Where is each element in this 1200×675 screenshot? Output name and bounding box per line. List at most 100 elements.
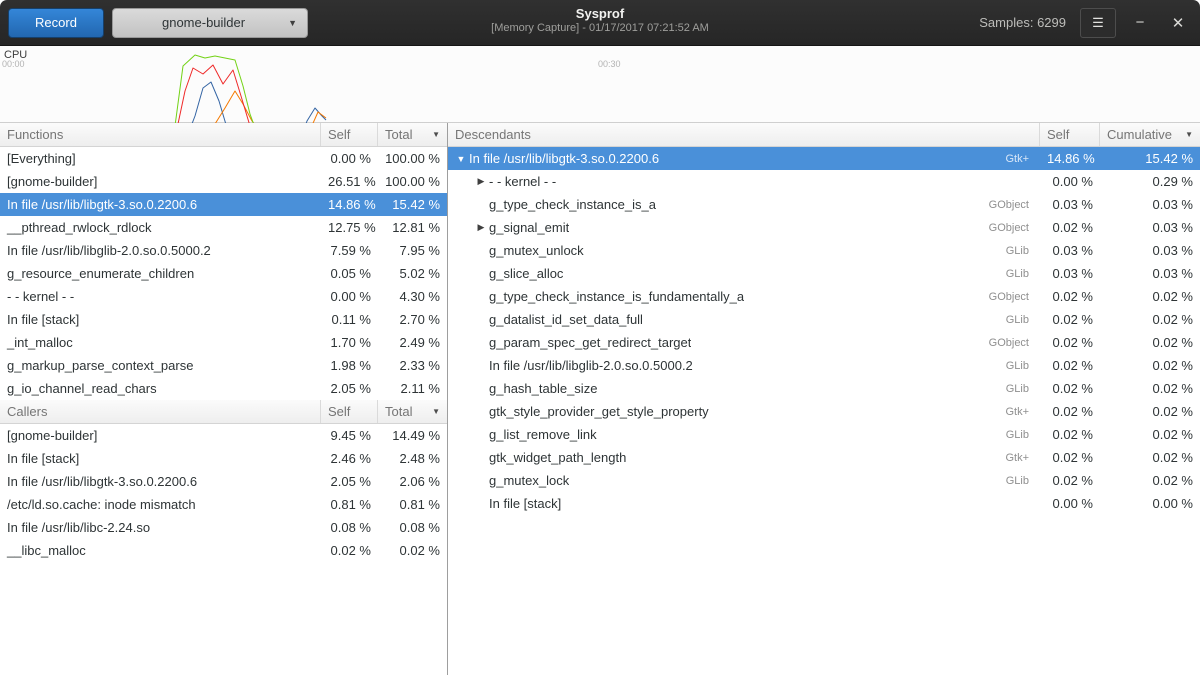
tree-row[interactable]: g_type_check_instance_is_aGObject0.03 %0… <box>448 193 1200 216</box>
table-row[interactable]: In file /usr/lib/libgtk-3.so.0.2200.614.… <box>0 193 447 216</box>
table-row[interactable]: __pthread_rwlock_rdlock12.75 %12.81 % <box>0 216 447 239</box>
library-tag: GLib <box>1006 383 1033 395</box>
function-name: g_mutex_unlock <box>489 243 584 258</box>
self-percent: 12.75 % <box>321 220 378 235</box>
total-percent: 0.81 % <box>378 497 447 512</box>
column-header-total[interactable]: Total ▼ <box>378 400 447 423</box>
tree-row[interactable]: gtk_style_provider_get_style_propertyGtk… <box>448 400 1200 423</box>
total-percent: 0.02 % <box>378 543 447 558</box>
tree-name-cell: g_type_check_instance_is_aGObject <box>448 197 1040 212</box>
column-label: Self <box>328 127 350 142</box>
table-row[interactable]: __libc_malloc0.02 %0.02 % <box>0 539 447 562</box>
column-header-functions[interactable]: Functions <box>0 123 321 146</box>
table-row[interactable]: In file /usr/lib/libc-2.24.so0.08 %0.08 … <box>0 516 447 539</box>
self-percent: 0.02 % <box>1040 289 1100 304</box>
function-name: [gnome-builder] <box>0 428 321 443</box>
tree-row[interactable]: ▼In file /usr/lib/libgtk-3.so.0.2200.6Gt… <box>448 147 1200 170</box>
function-name: g_io_channel_read_chars <box>0 381 321 396</box>
headerbar: Record gnome-builder ▼ Sysprof [Memory C… <box>0 0 1200 46</box>
table-row[interactable]: In file /usr/lib/libglib-2.0.so.0.5000.2… <box>0 239 447 262</box>
tree-row[interactable]: In file /usr/lib/libglib-2.0.so.0.5000.2… <box>448 354 1200 377</box>
total-percent: 2.06 % <box>378 474 447 489</box>
tree-row[interactable]: g_type_check_instance_is_fundamentally_a… <box>448 285 1200 308</box>
table-row[interactable]: In file [stack]0.11 %2.70 % <box>0 308 447 331</box>
close-button[interactable]: ✕ <box>1164 8 1192 38</box>
column-header-cumulative[interactable]: Cumulative ▼ <box>1100 123 1200 146</box>
expander-closed-icon[interactable]: ▶ <box>473 176 489 187</box>
column-label: Callers <box>7 404 47 419</box>
function-name: g_type_check_instance_is_a <box>489 197 656 212</box>
left-panel: Functions Self Total ▼ [Everything]0.00 … <box>0 123 448 675</box>
tree-row[interactable]: gtk_widget_path_lengthGtk+0.02 %0.02 % <box>448 446 1200 469</box>
expander-closed-icon[interactable]: ▶ <box>473 222 489 233</box>
function-name: In file /usr/lib/libgtk-3.so.0.2200.6 <box>0 474 321 489</box>
function-name: - - kernel - - <box>0 289 321 304</box>
table-row[interactable]: [gnome-builder]9.45 %14.49 % <box>0 424 447 447</box>
expander-open-icon[interactable]: ▼ <box>453 154 469 164</box>
tree-name-cell: gtk_style_provider_get_style_propertyGtk… <box>448 404 1040 419</box>
self-percent: 0.00 % <box>321 289 378 304</box>
column-header-total[interactable]: Total ▼ <box>378 123 447 146</box>
cumulative-percent: 0.02 % <box>1100 381 1200 396</box>
process-selector-dropdown[interactable]: gnome-builder ▼ <box>112 8 308 38</box>
table-row[interactable]: /etc/ld.so.cache: inode mismatch0.81 %0.… <box>0 493 447 516</box>
tree-row[interactable]: In file [stack]0.00 %0.00 % <box>448 492 1200 515</box>
table-row[interactable]: In file [stack]2.46 %2.48 % <box>0 447 447 470</box>
column-label: Total <box>385 404 412 419</box>
tree-row[interactable]: g_param_spec_get_redirect_targetGObject0… <box>448 331 1200 354</box>
cpu-timeline[interactable]: CPU 00:00 00:30 <box>0 46 1200 123</box>
table-row[interactable]: g_resource_enumerate_children0.05 %5.02 … <box>0 262 447 285</box>
self-percent: 26.51 % <box>321 174 378 189</box>
self-percent: 0.02 % <box>1040 381 1100 396</box>
table-row[interactable]: g_markup_parse_context_parse1.98 %2.33 % <box>0 354 447 377</box>
total-percent: 5.02 % <box>378 266 447 281</box>
table-row[interactable]: [gnome-builder]26.51 %100.00 % <box>0 170 447 193</box>
cumulative-percent: 0.02 % <box>1100 289 1200 304</box>
cumulative-percent: 0.00 % <box>1100 496 1200 511</box>
table-row[interactable]: _int_malloc1.70 %2.49 % <box>0 331 447 354</box>
function-name: gtk_widget_path_length <box>489 450 626 465</box>
table-row[interactable]: In file /usr/lib/libgtk-3.so.0.2200.62.0… <box>0 470 447 493</box>
self-percent: 2.05 % <box>321 474 378 489</box>
tree-row[interactable]: g_slice_allocGLib0.03 %0.03 % <box>448 262 1200 285</box>
column-header-self[interactable]: Self <box>1040 123 1100 146</box>
table-row[interactable]: g_io_channel_read_chars2.05 %2.11 % <box>0 377 447 400</box>
tree-row[interactable]: ▶g_signal_emitGObject0.02 %0.03 % <box>448 216 1200 239</box>
function-name: g_resource_enumerate_children <box>0 266 321 281</box>
menu-button[interactable]: ☰ <box>1080 8 1116 38</box>
column-label: Total <box>385 127 412 142</box>
record-button[interactable]: Record <box>8 8 104 38</box>
tree-row[interactable]: g_list_remove_linkGLib0.02 %0.02 % <box>448 423 1200 446</box>
tree-name-cell: ▶g_signal_emitGObject <box>448 220 1040 235</box>
tree-row[interactable]: ▶- - kernel - -0.00 %0.29 % <box>448 170 1200 193</box>
column-header-callers[interactable]: Callers <box>0 400 321 423</box>
library-tag: Gtk+ <box>1005 153 1033 165</box>
cumulative-percent: 0.02 % <box>1100 473 1200 488</box>
total-percent: 2.48 % <box>378 451 447 466</box>
close-icon: ✕ <box>1172 14 1185 32</box>
cpu-usage-chart <box>0 46 1200 123</box>
column-header-self[interactable]: Self <box>321 400 378 423</box>
function-name: g_type_check_instance_is_fundamentally_a <box>489 289 744 304</box>
table-row[interactable]: [Everything]0.00 %100.00 % <box>0 147 447 170</box>
tree-row[interactable]: g_mutex_lockGLib0.02 %0.02 % <box>448 469 1200 492</box>
process-selector-value: gnome-builder <box>123 15 284 30</box>
tree-row[interactable]: g_mutex_unlockGLib0.03 %0.03 % <box>448 239 1200 262</box>
tree-name-cell: g_list_remove_linkGLib <box>448 427 1040 442</box>
self-percent: 0.02 % <box>1040 335 1100 350</box>
tree-row[interactable]: g_hash_table_sizeGLib0.02 %0.02 % <box>448 377 1200 400</box>
table-row[interactable]: - - kernel - -0.00 %4.30 % <box>0 285 447 308</box>
time-tick-mid: 00:30 <box>598 59 621 69</box>
function-name: g_datalist_id_set_data_full <box>489 312 643 327</box>
library-tag: GLib <box>1006 314 1033 326</box>
function-name: g_param_spec_get_redirect_target <box>489 335 691 350</box>
column-header-descendants[interactable]: Descendants <box>448 123 1040 146</box>
self-percent: 0.02 % <box>1040 473 1100 488</box>
tree-row[interactable]: g_datalist_id_set_data_fullGLib0.02 %0.0… <box>448 308 1200 331</box>
self-percent: 0.02 % <box>321 543 378 558</box>
column-header-self[interactable]: Self <box>321 123 378 146</box>
samples-count: Samples: 6299 <box>979 15 1066 30</box>
tree-name-cell: g_param_spec_get_redirect_targetGObject <box>448 335 1040 350</box>
sort-indicator-icon: ▼ <box>1185 130 1193 139</box>
minimize-button[interactable]: − <box>1126 8 1154 38</box>
